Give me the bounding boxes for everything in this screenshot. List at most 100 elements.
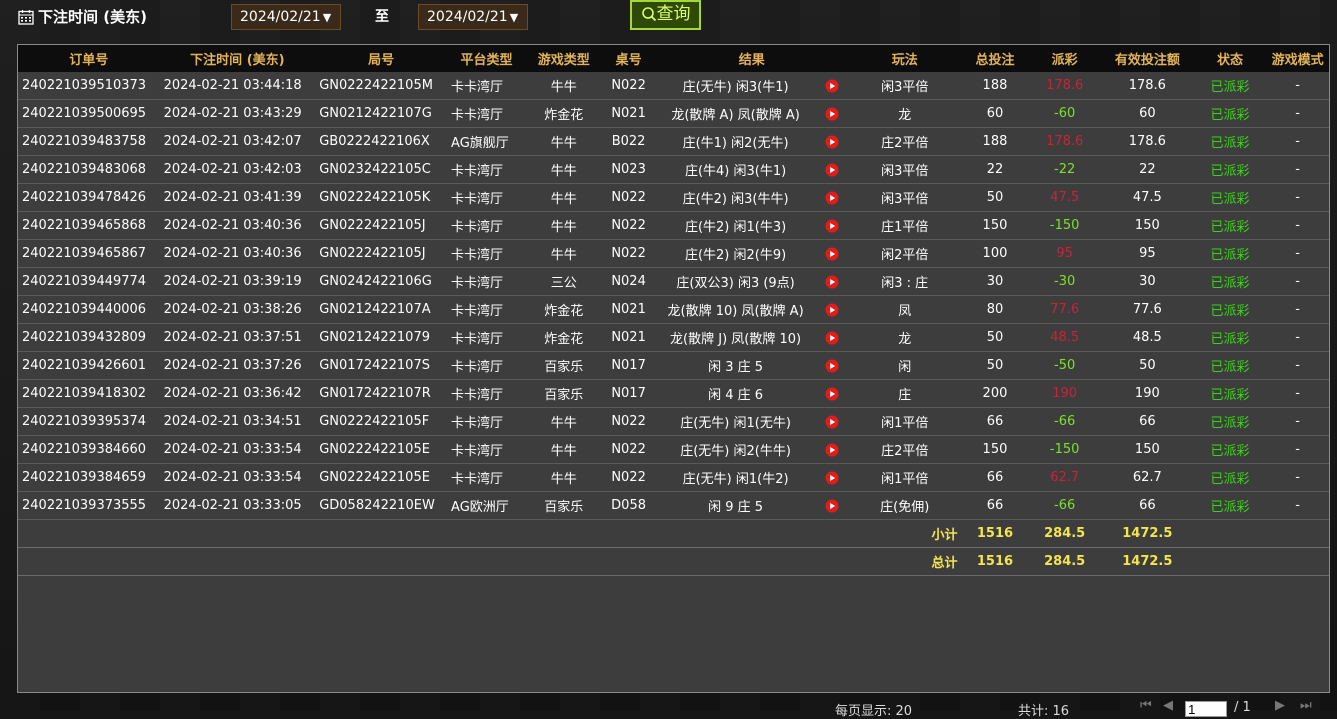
replay-cell[interactable] — [815, 295, 848, 324]
table-row: 240221039432809 2024-02-21 03:37:51 GN0212… — [18, 323, 1329, 352]
replay-cell[interactable] — [815, 379, 848, 408]
cell-round: GN0222422105M — [315, 72, 448, 100]
play-replay-icon[interactable] — [825, 275, 839, 289]
next-page-icon[interactable]: ▶ — [1275, 698, 1285, 713]
column-header-payout[interactable]: 派彩 — [1028, 45, 1101, 72]
cell-platform: 卡卡湾厅 — [447, 407, 526, 436]
replay-cell[interactable] — [815, 211, 848, 240]
cell-game: 炸金花 — [525, 295, 602, 324]
replay-cell[interactable] — [815, 435, 848, 464]
replay-cell[interactable] — [815, 99, 848, 128]
cell-payout: -60 — [1028, 99, 1101, 128]
total-valid: 1472.5 — [1100, 547, 1194, 576]
cell-order: 240221039418302 — [18, 379, 160, 408]
cell-payout: 190 — [1028, 379, 1101, 408]
play-replay-icon[interactable] — [825, 471, 839, 485]
last-page-icon[interactable]: ⏭ — [1300, 698, 1312, 713]
cell-bet: 66 — [961, 407, 1029, 436]
prev-page-icon[interactable]: ◀ — [1163, 698, 1173, 713]
cell-result: 龙(散牌 A) 凤(散牌 A) — [655, 99, 816, 128]
cell-order: 240221039465868 — [18, 211, 160, 240]
play-replay-icon[interactable] — [825, 247, 839, 261]
end-date-value: 2024/02/21 — [427, 9, 508, 25]
total-bet: 1516 — [961, 547, 1029, 576]
play-replay-icon[interactable] — [825, 359, 839, 373]
cell-game: 百家乐 — [525, 379, 602, 408]
play-replay-icon[interactable] — [825, 79, 839, 93]
column-header-platform[interactable]: 平台类型 — [447, 45, 526, 72]
end-date-picker[interactable]: 2024/02/21 ▼ — [418, 4, 528, 30]
play-replay-icon[interactable] — [825, 303, 839, 317]
cell-table: N022 — [601, 239, 656, 268]
cell-platform: 卡卡湾厅 — [447, 295, 526, 324]
replay-cell[interactable] — [815, 323, 848, 352]
column-header-round[interactable]: 局号 — [315, 45, 448, 72]
replay-cell[interactable] — [815, 267, 848, 296]
table-row: 240221039478426 2024-02-21 03:41:39 GN0222… — [18, 183, 1329, 212]
replay-cell[interactable] — [815, 463, 848, 492]
play-replay-icon[interactable] — [825, 163, 839, 177]
replay-cell[interactable] — [815, 183, 848, 212]
replay-cell[interactable] — [815, 351, 848, 380]
replay-cell[interactable] — [815, 491, 848, 520]
cell-bet: 188 — [961, 72, 1029, 100]
replay-cell[interactable] — [815, 239, 848, 268]
first-page-icon[interactable]: ⏮ — [1140, 698, 1152, 713]
query-button[interactable]: 查询 — [630, 0, 701, 30]
replay-cell[interactable] — [815, 155, 848, 184]
table-header-row: 订单号 下注时间 (美东) 局号 平台类型 游戏类型 桌号 结果 玩法 总投注 … — [18, 45, 1329, 72]
column-header-time[interactable]: 下注时间 (美东) — [159, 45, 316, 72]
play-replay-icon[interactable] — [825, 499, 839, 513]
cell-time: 2024-02-21 03:40:36 — [159, 211, 316, 240]
play-replay-icon[interactable] — [825, 191, 839, 205]
column-header-valid[interactable]: 有效投注额 — [1100, 45, 1194, 72]
play-replay-icon[interactable] — [825, 415, 839, 429]
play-replay-icon[interactable] — [825, 219, 839, 233]
cell-platform: 卡卡湾厅 — [447, 323, 526, 352]
cell-bet: 150 — [961, 211, 1029, 240]
cell-play: 闲3平倍 — [848, 155, 962, 184]
table-row: 240221039500695 2024-02-21 03:43:29 GN0212… — [18, 99, 1329, 128]
play-replay-icon[interactable] — [825, 387, 839, 401]
cell-order: 240221039432809 — [18, 323, 160, 352]
play-replay-icon[interactable] — [825, 107, 839, 121]
cell-order: 240221039483068 — [18, 155, 160, 184]
play-replay-icon[interactable] — [825, 331, 839, 345]
cell-mode: - — [1266, 72, 1329, 100]
cell-order: 240221039465867 — [18, 239, 160, 268]
cell-order: 240221039384659 — [18, 463, 160, 492]
cell-status: 已派彩 — [1193, 239, 1267, 268]
cell-payout: 62.7 — [1028, 463, 1101, 492]
cell-time: 2024-02-21 03:37:26 — [159, 351, 316, 380]
column-header-game[interactable]: 游戏类型 — [525, 45, 602, 72]
cell-play: 闲3平倍 — [848, 72, 962, 100]
column-header-order[interactable]: 订单号 — [18, 45, 160, 72]
cell-valid: 66 — [1100, 491, 1194, 520]
replay-cell[interactable] — [815, 72, 848, 100]
table-row: 240221039483758 2024-02-21 03:42:07 GB0222… — [18, 127, 1329, 156]
cell-platform: 卡卡湾厅 — [447, 435, 526, 464]
play-replay-icon[interactable] — [825, 135, 839, 149]
page-number-input[interactable] — [1185, 701, 1227, 717]
cell-valid: 150 — [1100, 435, 1194, 464]
replay-cell[interactable] — [815, 407, 848, 436]
cell-round: GN0222422105K — [315, 183, 448, 212]
cell-order: 240221039440006 — [18, 295, 160, 324]
replay-cell[interactable] — [815, 127, 848, 156]
cell-round: GN0172422107S — [315, 351, 448, 380]
column-header-mode[interactable]: 游戏模式 — [1266, 45, 1329, 72]
column-header-status[interactable]: 状态 — [1193, 45, 1267, 72]
cell-payout: -66 — [1028, 491, 1101, 520]
column-header-result[interactable]: 结果 — [655, 45, 848, 72]
cell-round: GN0232422105C — [315, 155, 448, 184]
column-header-play[interactable]: 玩法 — [848, 45, 962, 72]
cell-game: 百家乐 — [525, 491, 602, 520]
play-replay-icon[interactable] — [825, 443, 839, 457]
subtotal-blank — [1193, 519, 1329, 548]
start-date-picker[interactable]: 2024/02/21 ▼ — [231, 4, 341, 30]
column-header-bet[interactable]: 总投注 — [961, 45, 1029, 72]
column-header-table[interactable]: 桌号 — [601, 45, 656, 72]
cell-table: N021 — [601, 295, 656, 324]
bet-records-table: 订单号 下注时间 (美东) 局号 平台类型 游戏类型 桌号 结果 玩法 总投注 … — [18, 45, 1329, 576]
cell-mode: - — [1266, 379, 1329, 408]
